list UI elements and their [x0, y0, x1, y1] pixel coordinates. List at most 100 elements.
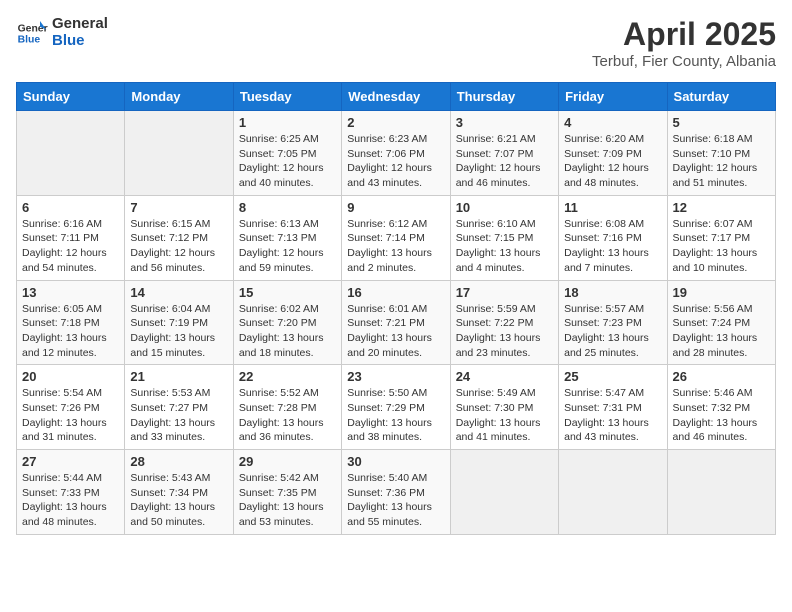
calendar-cell: 15Sunrise: 6:02 AMSunset: 7:20 PMDayligh… — [233, 280, 341, 365]
day-number: 8 — [239, 200, 336, 215]
calendar-cell: 17 Sunrise: 5:59 AMSunset: 7:22 PMDayligh… — [450, 280, 558, 365]
day-detail: Sunrise: 5:46 AMSunset: 7:32 PMDaylight:… — [673, 386, 770, 445]
day-number: 20 — [22, 369, 119, 384]
calendar-cell: 11 Sunrise: 6:08 AMSunset: 7:16 PMDayligh… — [559, 195, 667, 280]
day-detail: Sunrise: 6:01 AMSunset: 7:21 PMDaylight:… — [347, 302, 444, 361]
weekday-header-saturday: Saturday — [667, 83, 775, 111]
calendar-cell: 21Sunrise: 5:53 AMSunset: 7:27 PMDayligh… — [125, 365, 233, 450]
day-number: 26 — [673, 369, 770, 384]
day-number: 7 — [130, 200, 227, 215]
day-detail: Sunrise: 5:59 AMSunset: 7:22 PMDaylight:… — [456, 302, 553, 361]
day-number: 2 — [347, 115, 444, 130]
day-number: 14 — [130, 285, 227, 300]
day-detail: Sunrise: 6:15 AMSunset: 7:12 PMDaylight:… — [130, 217, 227, 276]
day-detail: Sunrise: 6:08 AMSunset: 7:16 PMDaylight:… — [564, 217, 661, 276]
day-number: 29 — [239, 454, 336, 469]
calendar-cell: 14 Sunrise: 6:04 AMSunset: 7:19 PMDayligh… — [125, 280, 233, 365]
page-header: General Blue General Blue April 2025 Ter… — [16, 16, 776, 70]
day-detail: Sunrise: 6:21 AMSunset: 7:07 PMDaylight:… — [456, 132, 553, 191]
calendar-cell: 12 Sunrise: 6:07 AMSunset: 7:17 PMDayligh… — [667, 195, 775, 280]
month-title: April 2025 — [592, 16, 776, 53]
calendar-cell — [559, 450, 667, 535]
day-detail: Sunrise: 5:49 AMSunset: 7:30 PMDaylight:… — [456, 386, 553, 445]
day-detail: Sunrise: 6:04 AMSunset: 7:19 PMDaylight:… — [130, 302, 227, 361]
day-detail: Sunrise: 5:53 AMSunset: 7:27 PMDaylight:… — [130, 386, 227, 445]
day-number: 19 — [673, 285, 770, 300]
calendar-cell: 1 Sunrise: 6:25 AMSunset: 7:05 PMDaylight… — [233, 111, 341, 196]
day-detail: Sunrise: 5:47 AMSunset: 7:31 PMDaylight:… — [564, 386, 661, 445]
weekday-header-friday: Friday — [559, 83, 667, 111]
day-detail: Sunrise: 6:25 AMSunset: 7:05 PMDaylight:… — [239, 132, 336, 191]
calendar-cell: 10Sunrise: 6:10 AMSunset: 7:15 PMDayligh… — [450, 195, 558, 280]
day-detail: Sunrise: 5:44 AMSunset: 7:33 PMDaylight:… — [22, 471, 119, 530]
day-number: 6 — [22, 200, 119, 215]
day-detail: Sunrise: 5:40 AMSunset: 7:36 PMDaylight:… — [347, 471, 444, 530]
day-number: 12 — [673, 200, 770, 215]
calendar-cell: 19 Sunrise: 5:56 AMSunset: 7:24 PMDayligh… — [667, 280, 775, 365]
calendar-cell: 16 Sunrise: 6:01 AMSunset: 7:21 PMDayligh… — [342, 280, 450, 365]
calendar-cell: 4Sunrise: 6:20 AMSunset: 7:09 PMDaylight… — [559, 111, 667, 196]
day-detail: Sunrise: 6:20 AMSunset: 7:09 PMDaylight:… — [564, 132, 661, 191]
calendar-cell: 6 Sunrise: 6:16 AMSunset: 7:11 PMDaylight… — [17, 195, 125, 280]
day-detail: Sunrise: 6:23 AMSunset: 7:06 PMDaylight:… — [347, 132, 444, 191]
weekday-header-wednesday: Wednesday — [342, 83, 450, 111]
day-detail: Sunrise: 6:07 AMSunset: 7:17 PMDaylight:… — [673, 217, 770, 276]
calendar-cell: 3 Sunrise: 6:21 AMSunset: 7:07 PMDaylight… — [450, 111, 558, 196]
calendar-cell: 7 Sunrise: 6:15 AMSunset: 7:12 PMDaylight… — [125, 195, 233, 280]
day-detail: Sunrise: 5:56 AMSunset: 7:24 PMDaylight:… — [673, 302, 770, 361]
day-detail: Sunrise: 6:18 AMSunset: 7:10 PMDaylight:… — [673, 132, 770, 191]
calendar-week-4: 20 Sunrise: 5:54 AMSunset: 7:26 PMDayligh… — [17, 365, 776, 450]
day-number: 16 — [347, 285, 444, 300]
svg-text:General: General — [18, 23, 48, 34]
calendar-cell: 29 Sunrise: 5:42 AMSunset: 7:35 PMDayligh… — [233, 450, 341, 535]
calendar-cell: 28Sunrise: 5:43 AMSunset: 7:34 PMDayligh… — [125, 450, 233, 535]
calendar-cell — [125, 111, 233, 196]
day-detail: Sunrise: 6:10 AMSunset: 7:15 PMDaylight:… — [456, 217, 553, 276]
day-number: 3 — [456, 115, 553, 130]
calendar-cell: 24Sunrise: 5:49 AMSunset: 7:30 PMDayligh… — [450, 365, 558, 450]
calendar-cell: 5 Sunrise: 6:18 AMSunset: 7:10 PMDaylight… — [667, 111, 775, 196]
weekday-header-sunday: Sunday — [17, 83, 125, 111]
weekday-header-tuesday: Tuesday — [233, 83, 341, 111]
logo-general: General — [52, 16, 108, 33]
location-subtitle: Terbuf, Fier County, Albania — [592, 53, 776, 70]
calendar-cell: 18 Sunrise: 5:57 AMSunset: 7:23 PMDayligh… — [559, 280, 667, 365]
logo-icon: General Blue — [16, 17, 48, 49]
day-detail: Sunrise: 5:57 AMSunset: 7:23 PMDaylight:… — [564, 302, 661, 361]
day-number: 5 — [673, 115, 770, 130]
calendar-cell: 27 Sunrise: 5:44 AMSunset: 7:33 PMDayligh… — [17, 450, 125, 535]
day-number: 30 — [347, 454, 444, 469]
day-number: 1 — [239, 115, 336, 130]
svg-text:Blue: Blue — [18, 34, 41, 45]
day-number: 22 — [239, 369, 336, 384]
day-number: 13 — [22, 285, 119, 300]
calendar-week-1: 1 Sunrise: 6:25 AMSunset: 7:05 PMDaylight… — [17, 111, 776, 196]
day-detail: Sunrise: 5:54 AMSunset: 7:26 PMDaylight:… — [22, 386, 119, 445]
calendar-cell: 25Sunrise: 5:47 AMSunset: 7:31 PMDayligh… — [559, 365, 667, 450]
day-number: 9 — [347, 200, 444, 215]
calendar-cell: 26 Sunrise: 5:46 AMSunset: 7:32 PMDayligh… — [667, 365, 775, 450]
calendar-cell: 13 Sunrise: 6:05 AMSunset: 7:18 PMDayligh… — [17, 280, 125, 365]
calendar-cell: 30 Sunrise: 5:40 AMSunset: 7:36 PMDayligh… — [342, 450, 450, 535]
calendar-body: 1 Sunrise: 6:25 AMSunset: 7:05 PMDaylight… — [17, 111, 776, 535]
calendar-cell — [667, 450, 775, 535]
day-number: 17 — [456, 285, 553, 300]
weekday-header-thursday: Thursday — [450, 83, 558, 111]
day-number: 27 — [22, 454, 119, 469]
calendar-cell — [17, 111, 125, 196]
calendar-cell: 22Sunrise: 5:52 AMSunset: 7:28 PMDayligh… — [233, 365, 341, 450]
day-detail: Sunrise: 5:42 AMSunset: 7:35 PMDaylight:… — [239, 471, 336, 530]
day-detail: Sunrise: 6:05 AMSunset: 7:18 PMDaylight:… — [22, 302, 119, 361]
calendar-week-2: 6 Sunrise: 6:16 AMSunset: 7:11 PMDaylight… — [17, 195, 776, 280]
calendar-table: SundayMondayTuesdayWednesdayThursdayFrid… — [16, 82, 776, 535]
logo: General Blue General Blue — [16, 16, 108, 49]
logo-blue: Blue — [52, 33, 108, 50]
day-number: 11 — [564, 200, 661, 215]
calendar-cell — [450, 450, 558, 535]
calendar-header-row: SundayMondayTuesdayWednesdayThursdayFrid… — [17, 83, 776, 111]
day-detail: Sunrise: 6:16 AMSunset: 7:11 PMDaylight:… — [22, 217, 119, 276]
day-number: 23 — [347, 369, 444, 384]
day-number: 18 — [564, 285, 661, 300]
calendar-week-5: 27 Sunrise: 5:44 AMSunset: 7:33 PMDayligh… — [17, 450, 776, 535]
day-detail: Sunrise: 6:02 AMSunset: 7:20 PMDaylight:… — [239, 302, 336, 361]
